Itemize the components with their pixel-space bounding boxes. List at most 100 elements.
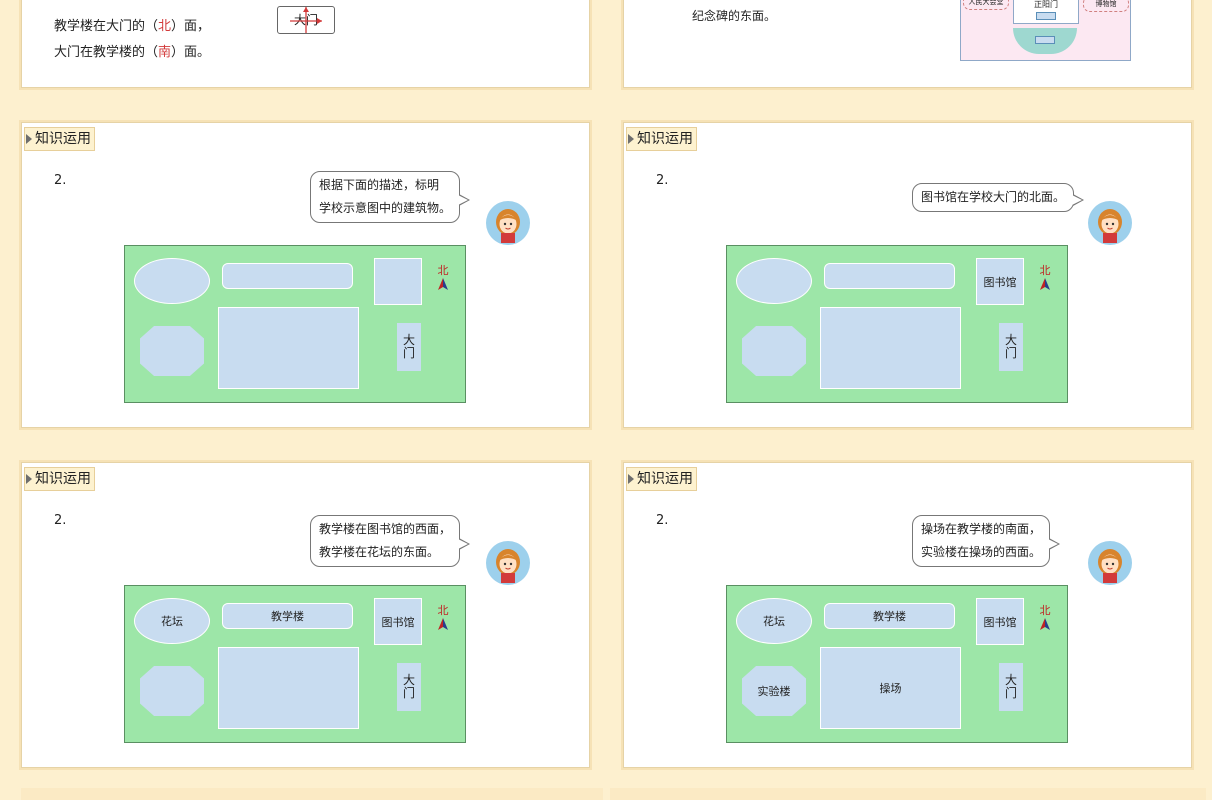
gate-block: 正阳门 bbox=[1013, 0, 1079, 24]
square-building bbox=[374, 258, 422, 305]
large-building bbox=[218, 647, 359, 729]
slide-top-right: 纪念碑的东面。 人民大会堂 正阳门 博物馆 bbox=[623, 0, 1192, 88]
gate-char-1: 大 bbox=[1004, 673, 1017, 687]
answer-line-2: 大门在教学楼的（南）面。 bbox=[54, 41, 210, 60]
large-building bbox=[820, 307, 961, 389]
ellipse-building bbox=[736, 258, 812, 304]
answer-line-1: 教学楼在大门的（北）面， bbox=[54, 15, 210, 34]
speech-bubble: 图书馆在学校大门的北面。 bbox=[912, 183, 1085, 212]
square-area bbox=[1013, 28, 1077, 54]
slide-row3-right: 知识运用 2. 操场在教学楼的南面， 实验楼在操场的西面。 花坛 教学楼 图书馆… bbox=[623, 462, 1192, 768]
next-row-right-strip bbox=[610, 788, 1206, 800]
line1-text: 教学楼在大门的（ bbox=[54, 19, 159, 34]
north-arrow-icon bbox=[438, 278, 448, 290]
library-label: 图书馆 bbox=[381, 615, 415, 629]
slide-row3-left: 知识运用 2. 教学楼在图书馆的西面， 教学楼在花坛的东面。 花坛 教学楼 图书… bbox=[21, 462, 590, 768]
gate-char-2: 门 bbox=[1004, 686, 1017, 700]
north-label: 北 bbox=[1039, 264, 1051, 277]
item-number: 2. bbox=[54, 173, 67, 188]
north-label: 北 bbox=[437, 604, 449, 617]
bubble-line-2: 教学楼在花坛的东面。 bbox=[319, 545, 440, 559]
flower-bed: 花坛 bbox=[134, 598, 210, 644]
school-map: 花坛 教学楼 图书馆 大门 北 bbox=[124, 585, 466, 743]
library-label: 图书馆 bbox=[983, 275, 1017, 289]
library-building: 图书馆 bbox=[976, 258, 1024, 305]
octagon-building bbox=[140, 326, 204, 376]
speech-bubble: 教学楼在图书馆的西面， 教学楼在花坛的东面。 bbox=[310, 515, 471, 567]
library-building: 图书馆 bbox=[374, 598, 422, 645]
gate-char-2: 门 bbox=[402, 346, 415, 360]
section-tag: 知识运用 bbox=[626, 127, 697, 151]
north-arrow-icon bbox=[438, 618, 448, 630]
school-gate: 大门 bbox=[999, 323, 1023, 371]
tag-marker-icon bbox=[26, 474, 32, 484]
section-tag: 知识运用 bbox=[24, 467, 95, 491]
girl-avatar-icon bbox=[486, 541, 530, 585]
tag-marker-icon bbox=[628, 134, 634, 144]
next-row-left-strip bbox=[21, 788, 603, 800]
answer-south: 南 bbox=[158, 45, 172, 60]
long-building bbox=[824, 263, 955, 289]
north-label: 北 bbox=[437, 264, 449, 277]
lab-building-label: 实验楼 bbox=[757, 685, 791, 698]
gate-char-2: 门 bbox=[402, 686, 415, 700]
school-map: 花坛 教学楼 图书馆 实验楼 操场 大门 北 bbox=[726, 585, 1068, 743]
school-map: 大门 北 bbox=[124, 245, 466, 403]
flower-bed-label: 花坛 bbox=[161, 615, 183, 628]
item-number: 2. bbox=[656, 513, 669, 528]
teaching-building: 教学楼 bbox=[824, 603, 955, 629]
bubble-line-2: 实验楼在操场的西面。 bbox=[921, 545, 1042, 559]
gate-char-1: 大 bbox=[1004, 333, 1017, 347]
girl-avatar-icon bbox=[486, 201, 530, 245]
school-gate: 大门 bbox=[397, 663, 421, 711]
line2-suffix: ）面。 bbox=[171, 45, 211, 60]
museum-label: 博物馆 bbox=[1083, 0, 1129, 12]
item-number: 2. bbox=[54, 513, 67, 528]
gate-char-2: 门 bbox=[1004, 346, 1017, 360]
square-block bbox=[1035, 36, 1055, 44]
playground: 操场 bbox=[820, 647, 961, 729]
lab-building: 实验楼 bbox=[742, 666, 806, 716]
description-text: 纪念碑的东面。 bbox=[692, 9, 777, 23]
school-map: 图书馆 大门 北 bbox=[726, 245, 1068, 403]
line2-text: 大门在教学楼的（ bbox=[54, 45, 159, 60]
library-building: 图书馆 bbox=[976, 598, 1024, 645]
school-gate: 大门 bbox=[999, 663, 1023, 711]
speech-bubble: 根据下面的描述，标明 学校示意图中的建筑物。 bbox=[310, 171, 471, 223]
north-indicator: 北 bbox=[1038, 265, 1052, 290]
bubble-line-1: 教学楼在图书馆的西面， bbox=[319, 522, 452, 536]
flower-bed: 花坛 bbox=[736, 598, 812, 644]
answer-north: 北 bbox=[158, 19, 172, 34]
octagon-building bbox=[140, 666, 204, 716]
gate-char-1: 大 bbox=[402, 673, 415, 687]
library-label: 图书馆 bbox=[983, 615, 1017, 629]
girl-avatar-icon bbox=[1088, 201, 1132, 245]
teaching-building-label: 教学楼 bbox=[271, 610, 304, 623]
compass-cross-icon bbox=[290, 7, 322, 33]
section-tag-label: 知识运用 bbox=[637, 131, 693, 147]
gate-char-1: 大 bbox=[402, 333, 415, 347]
speech-bubble: 操场在教学楼的南面， 实验楼在操场的西面。 bbox=[912, 515, 1061, 567]
monument-block bbox=[1036, 12, 1056, 20]
school-gate: 大门 bbox=[397, 323, 421, 371]
north-indicator: 北 bbox=[436, 265, 450, 290]
flower-bed-label: 花坛 bbox=[763, 615, 785, 628]
section-tag: 知识运用 bbox=[24, 127, 95, 151]
playground-label: 操场 bbox=[879, 682, 902, 695]
tag-marker-icon bbox=[26, 134, 32, 144]
north-arrow-icon bbox=[1040, 278, 1050, 290]
slide-top-left: 教学楼在大门的（北）面， 大门在教学楼的（南）面。 大门 bbox=[21, 0, 590, 88]
square-map: 人民大会堂 正阳门 博物馆 bbox=[960, 0, 1131, 61]
section-tag-label: 知识运用 bbox=[35, 131, 91, 147]
section-tag-label: 知识运用 bbox=[637, 471, 693, 487]
bubble-line-1: 操场在教学楼的南面， bbox=[921, 522, 1042, 536]
section-tag: 知识运用 bbox=[626, 467, 697, 491]
gate-box: 大门 bbox=[277, 6, 335, 34]
gate-label: 正阳门 bbox=[1034, 0, 1058, 9]
item-number: 2. bbox=[656, 173, 669, 188]
long-building bbox=[222, 263, 353, 289]
hall-label: 人民大会堂 bbox=[963, 0, 1009, 10]
girl-avatar-icon bbox=[1088, 541, 1132, 585]
north-label: 北 bbox=[1039, 604, 1051, 617]
ellipse-building bbox=[134, 258, 210, 304]
